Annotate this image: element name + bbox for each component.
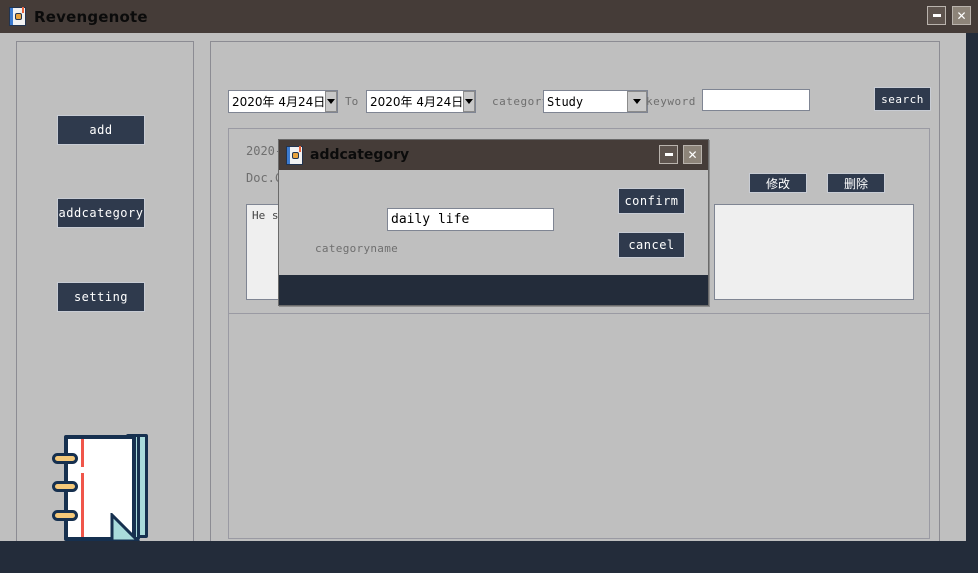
sidebar-item-add[interactable]: add — [57, 115, 145, 145]
note-edit-button[interactable]: 修改 — [749, 173, 807, 193]
main-window: Revengenote ✕ add addcategory setting 20… — [0, 0, 978, 573]
dialog-close-button[interactable]: ✕ — [683, 145, 702, 164]
sidebar-panel: add addcategory setting — [16, 41, 194, 548]
keyword-input[interactable] — [702, 89, 810, 111]
search-button[interactable]: search — [874, 87, 931, 111]
categoryname-input[interactable] — [387, 208, 554, 231]
note-secondary-box — [714, 204, 914, 300]
window-title: Revengenote — [34, 7, 148, 26]
dialog-footer-strip — [279, 275, 708, 305]
notebook-illustration-icon — [48, 419, 168, 549]
category-value: Study — [547, 94, 584, 109]
notebook-icon — [286, 145, 303, 165]
note-delete-button[interactable]: 删除 — [827, 173, 885, 193]
chevron-down-icon[interactable] — [627, 91, 647, 112]
to-label: To — [345, 95, 359, 108]
categoryname-label: categoryname — [315, 242, 399, 255]
chevron-down-icon[interactable] — [463, 91, 475, 112]
keyword-label: keyword — [646, 95, 696, 108]
dialog-title: addcategory — [310, 147, 410, 163]
minimize-button[interactable] — [927, 6, 946, 25]
category-select[interactable]: Study — [543, 90, 648, 113]
search-toolbar: 2020年 4月24日 To 2020年 4月24日 category Stud… — [211, 42, 941, 113]
dialog-titlebar: addcategory ✕ — [279, 140, 708, 170]
cancel-button[interactable]: cancel — [618, 232, 685, 258]
category-label: category — [492, 95, 549, 108]
date-to-value: 2020年 4月24日 — [370, 95, 464, 109]
date-to-picker[interactable]: 2020年 4月24日 — [366, 90, 476, 113]
window-titlebar: Revengenote ✕ — [0, 0, 978, 33]
notebook-icon — [9, 7, 26, 26]
date-from-value: 2020年 4月24日 — [232, 95, 326, 109]
chevron-down-icon[interactable] — [325, 91, 337, 112]
dialog-window-controls: ✕ — [659, 145, 702, 164]
confirm-button[interactable]: confirm — [618, 188, 685, 214]
sidebar-item-setting[interactable]: setting — [57, 282, 145, 312]
date-from-picker[interactable]: 2020年 4月24日 — [228, 90, 338, 113]
sidebar-item-addcategory[interactable]: addcategory — [57, 198, 145, 228]
right-edge-strip — [966, 33, 978, 541]
window-controls: ✕ — [927, 6, 971, 25]
dialog-minimize-button[interactable] — [659, 145, 678, 164]
close-button[interactable]: ✕ — [952, 6, 971, 25]
window-footer-strip — [0, 541, 978, 573]
